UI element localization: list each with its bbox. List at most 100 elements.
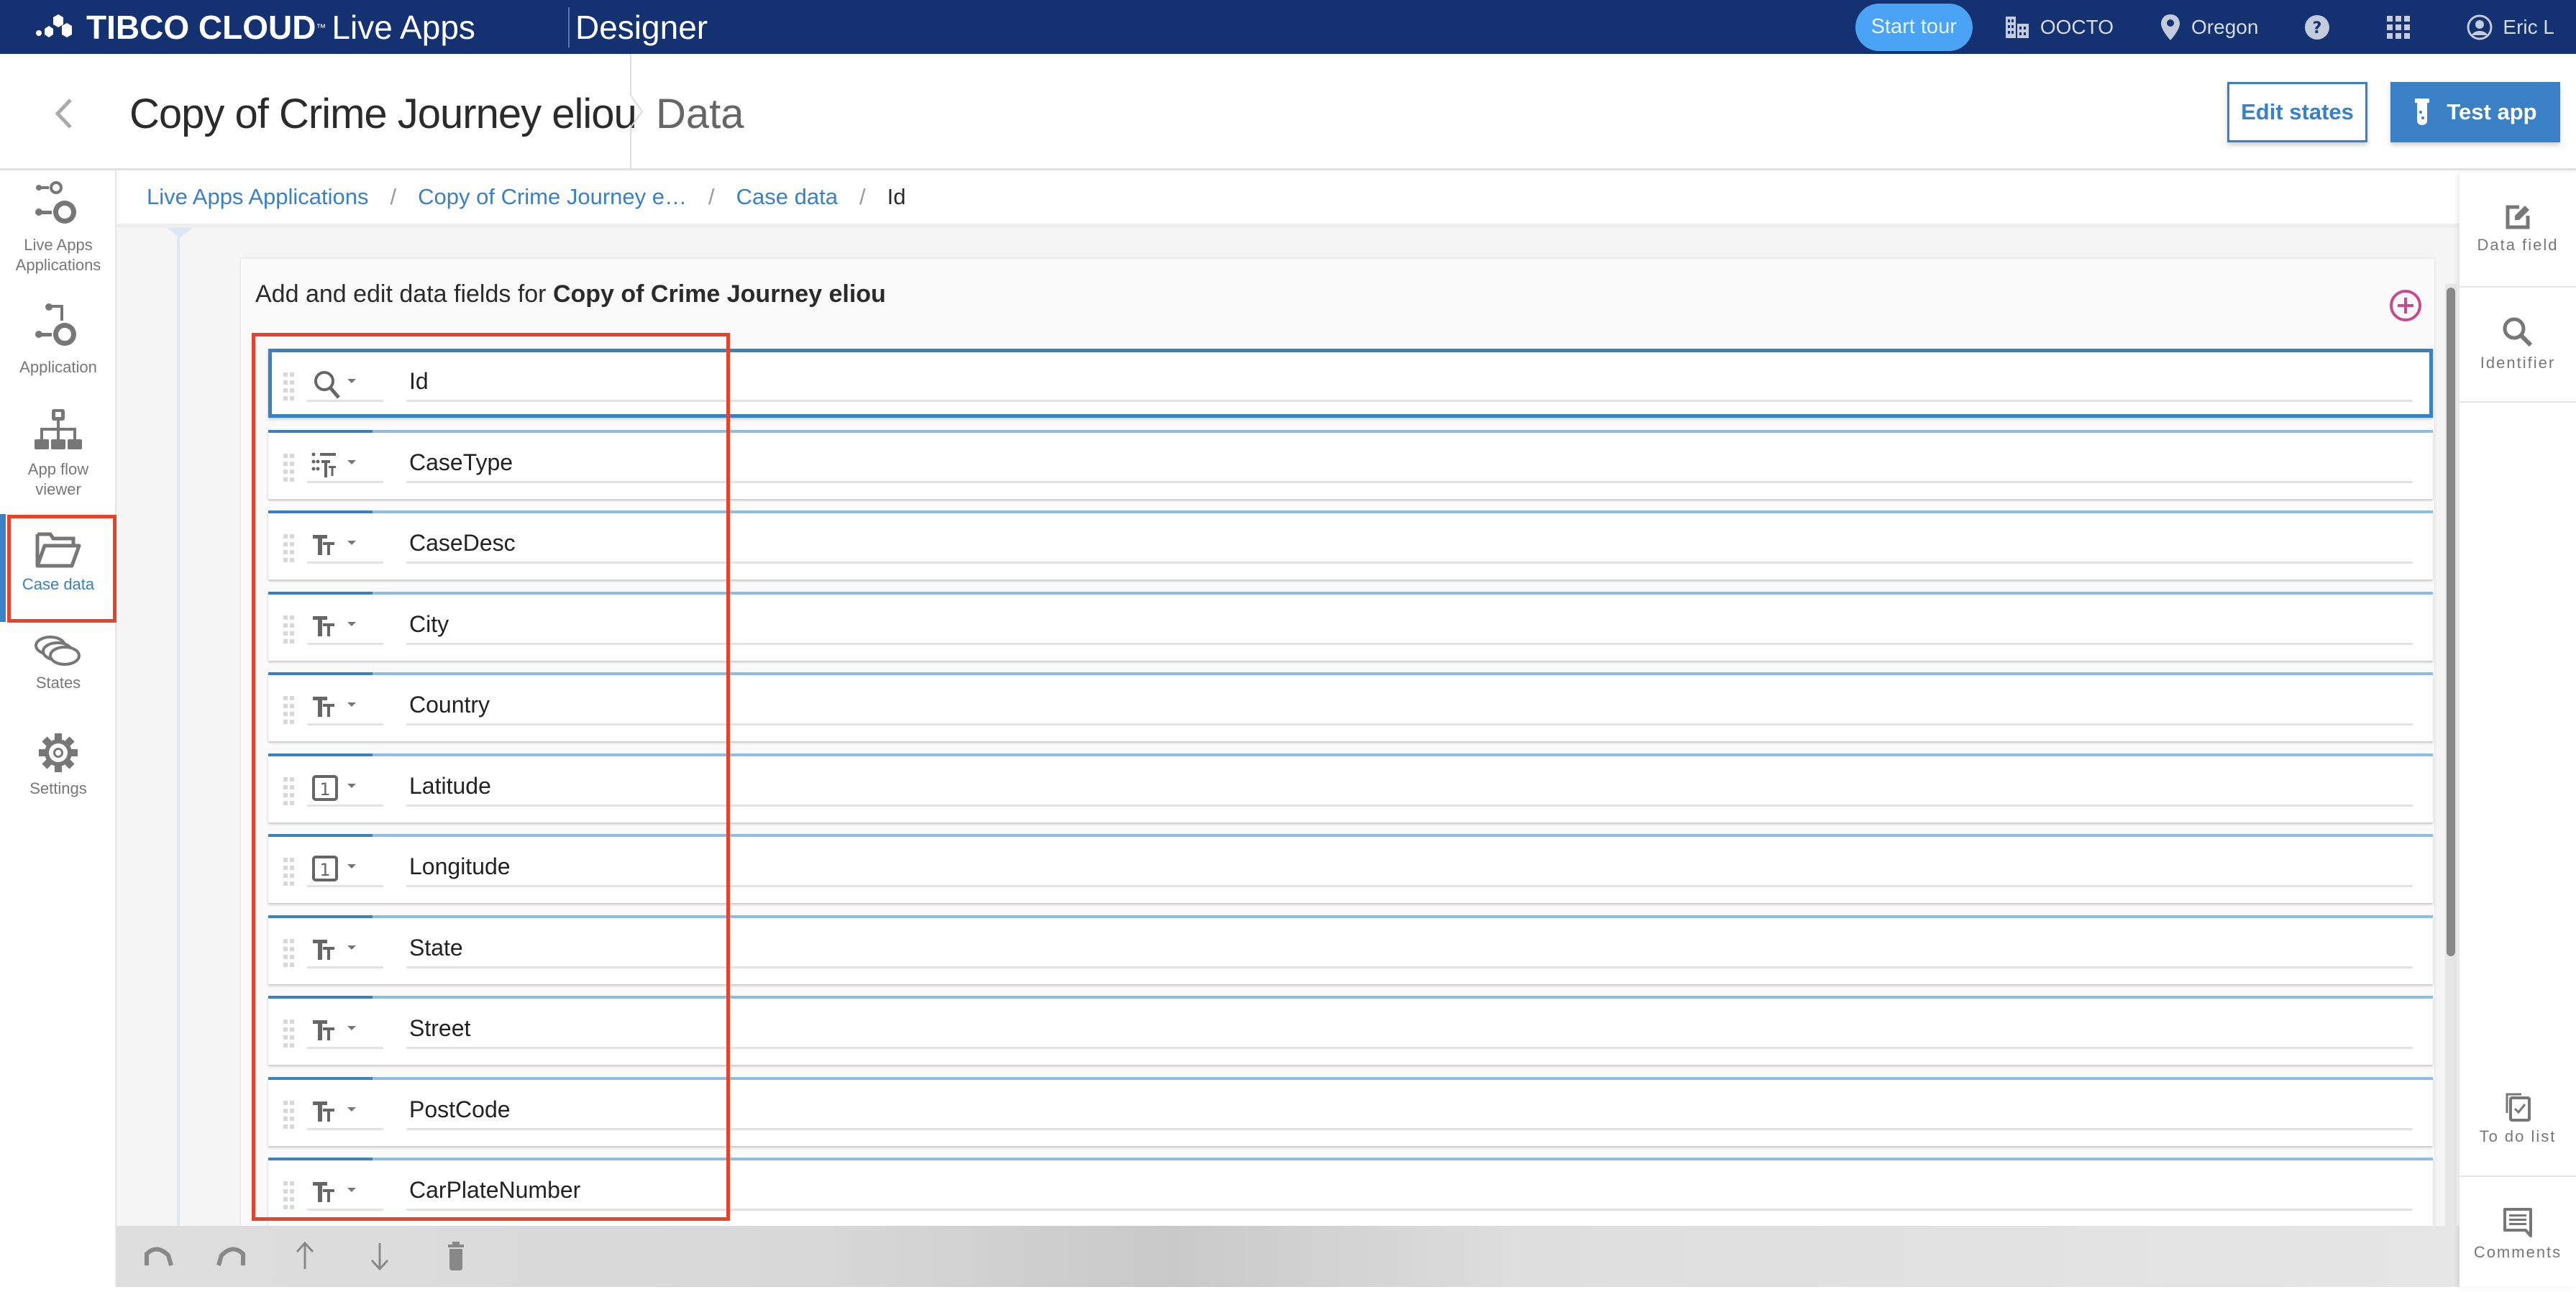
field-name-input[interactable]: Street [406, 1012, 2413, 1049]
test-app-button[interactable]: Test app [2390, 82, 2560, 142]
field-type-select[interactable]: 1 [307, 850, 383, 887]
field-type-select[interactable] [307, 365, 383, 402]
move-up-button[interactable] [289, 1240, 321, 1272]
field-row[interactable]: Id [268, 349, 2433, 418]
drag-handle-icon[interactable] [283, 372, 296, 400]
drag-handle-icon[interactable] [283, 615, 296, 643]
field-name-input[interactable]: City [406, 608, 2413, 645]
region-name: Oregon [2191, 15, 2259, 38]
undo-button[interactable] [142, 1240, 174, 1272]
drag-handle-icon[interactable] [283, 695, 296, 724]
back-button[interactable] [49, 96, 78, 132]
field-type-select[interactable] [307, 446, 383, 483]
tibco-logo-icon [35, 13, 79, 42]
field-row[interactable]: State [268, 915, 2433, 984]
edit-icon [2506, 205, 2530, 229]
drag-handle-icon[interactable] [283, 1019, 296, 1048]
nav-item-states[interactable]: States [0, 634, 117, 693]
left-nav: Live Apps Applications Application App f… [0, 170, 117, 1287]
breadcrumb-application[interactable]: Copy of Crime Journey e… [418, 184, 687, 210]
row-accent-line [268, 996, 2433, 999]
text-type-icon [311, 1016, 344, 1048]
field-type-select[interactable] [307, 688, 383, 725]
field-row[interactable]: PostCode [268, 1076, 2433, 1146]
field-name-input[interactable]: CarPlateNumber [406, 1173, 2413, 1211]
field-name-input[interactable]: CaseType [406, 446, 2413, 483]
drag-handle-icon[interactable] [283, 533, 296, 562]
todo-list-icon [2506, 1093, 2531, 1122]
field-name-input[interactable]: Longitude [406, 850, 2413, 887]
field-row[interactable]: Country [268, 672, 2433, 741]
chevron-down-icon [347, 541, 356, 545]
field-type-select[interactable]: 1 [307, 769, 383, 807]
breadcrumb-case-data[interactable]: Case data [736, 184, 838, 210]
delete-button[interactable] [440, 1240, 472, 1272]
field-row[interactable]: 1 Latitude [268, 753, 2433, 823]
apps-grid-icon [2386, 15, 2411, 40]
drag-handle-icon[interactable] [283, 938, 296, 967]
redo-button[interactable] [216, 1240, 247, 1272]
brand: TIBCO CLOUD ™ Live Apps [35, 6, 475, 49]
breadcrumb-live-apps-applications[interactable]: Live Apps Applications [147, 184, 369, 210]
flow-chart-icon [35, 409, 82, 449]
drag-handle-icon[interactable] [283, 1100, 296, 1129]
app-gears-icon [35, 181, 76, 224]
nav-item-live-apps-applications[interactable]: Live Apps Applications [0, 179, 117, 275]
field-name-input[interactable]: CaseDesc [406, 526, 2413, 564]
drag-handle-icon[interactable] [283, 1181, 296, 1209]
chevron-down-icon [347, 783, 356, 788]
field-type-select[interactable] [307, 1093, 383, 1130]
breadcrumb-separator: / [859, 184, 866, 209]
field-name-input[interactable]: Id [406, 365, 2413, 402]
drag-handle-icon[interactable] [283, 453, 296, 482]
row-accent-line [268, 915, 2433, 918]
field-row[interactable]: CarPlateNumber [268, 1158, 2433, 1227]
field-name-input[interactable]: Latitude [406, 769, 2413, 807]
todo-list-button[interactable]: To do list [2459, 1062, 2576, 1177]
location-pin-icon [2160, 13, 2181, 42]
drag-handle-icon[interactable] [283, 857, 296, 886]
data-field-button[interactable]: Data field [2459, 173, 2576, 288]
text-type-icon [311, 1178, 344, 1210]
help-button[interactable]: ? [2304, 14, 2340, 40]
field-row[interactable]: CaseDesc [268, 510, 2433, 579]
text-type-icon [311, 612, 344, 644]
field-type-select[interactable] [307, 608, 383, 645]
edit-states-button[interactable]: Edit states [2227, 82, 2367, 142]
move-down-button[interactable] [364, 1240, 396, 1272]
gear-icon [39, 733, 78, 772]
field-type-select[interactable] [307, 526, 383, 564]
apps-grid-button[interactable] [2386, 15, 2421, 40]
nav-item-app-flow-viewer[interactable]: App flow viewer [0, 408, 117, 500]
brand-name: TIBCO CLOUD [86, 9, 316, 46]
section-title: Designer [575, 9, 708, 46]
user-avatar-icon [2467, 14, 2493, 40]
start-tour-button[interactable]: Start tour [1855, 3, 1973, 51]
redo-icon [216, 1247, 245, 1266]
field-row[interactable]: 1 Longitude [268, 834, 2433, 903]
field-type-select[interactable] [307, 931, 383, 968]
scrollbar-thumb[interactable] [2447, 288, 2455, 956]
top-nav: Start tour OOCTO Oregon ? Eric L [1855, 0, 2554, 54]
field-row[interactable]: CaseType [268, 429, 2433, 499]
region-selector[interactable]: Oregon [2160, 13, 2258, 42]
add-field-button[interactable] [2389, 289, 2422, 322]
nav-item-application[interactable]: Application [0, 301, 117, 377]
drag-handle-icon[interactable] [283, 776, 296, 805]
nav-item-settings[interactable]: Settings [0, 731, 117, 799]
field-type-select[interactable] [307, 1012, 383, 1049]
user-menu[interactable]: Eric L [2467, 14, 2554, 40]
org-selector[interactable]: OOCTO [2004, 15, 2114, 40]
field-name-input[interactable]: State [406, 931, 2413, 968]
field-type-select[interactable] [307, 1173, 383, 1211]
row-accent-line [268, 1076, 2433, 1080]
nav-item-case-data[interactable]: Case data [0, 530, 117, 595]
chevron-down-icon [347, 702, 356, 707]
field-row[interactable]: City [268, 591, 2433, 661]
field-name-input[interactable]: Country [406, 688, 2413, 725]
comments-button[interactable]: Comments [2459, 1177, 2576, 1292]
identifier-button[interactable]: Identifier [2459, 288, 2576, 403]
field-row[interactable]: Street [268, 996, 2433, 1065]
row-accent-line-dark [268, 429, 373, 433]
field-name-input[interactable]: PostCode [406, 1093, 2413, 1130]
